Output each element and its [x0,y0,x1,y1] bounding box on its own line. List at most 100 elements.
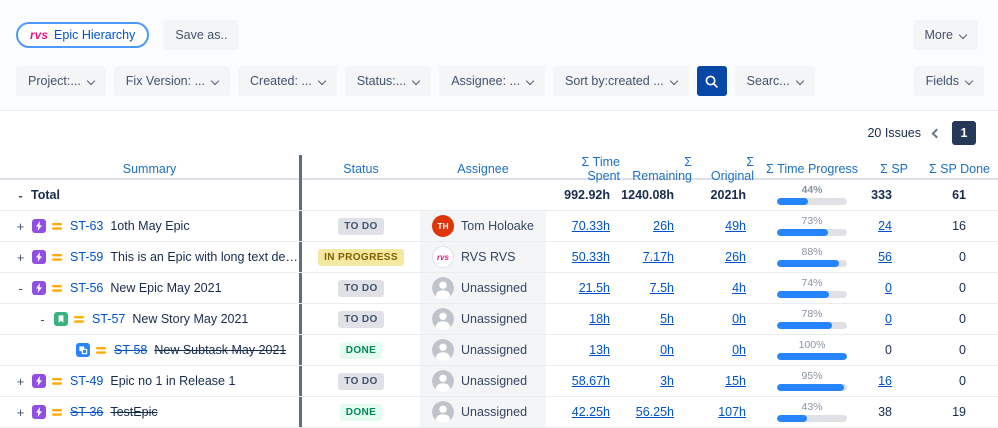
issues-table: Summary Status Assignee Σ Time Spent Σ R… [0,155,998,428]
issue-key-link[interactable]: ST-36 [70,405,103,419]
total-row: - Total 992.92h 1240.08h 2021h 44% 333 61 [0,180,998,211]
column-header-time-progress[interactable]: Σ Time Progress [762,162,862,176]
column-header-time-spent[interactable]: Σ Time Spent [546,155,628,183]
assignee-name: Unassigned [461,405,528,419]
save-as-button[interactable]: Save as.. [163,20,240,50]
sp-link[interactable]: 16 [878,374,892,388]
time-spent-link[interactable]: 21.5h [579,281,610,295]
time-spent-link[interactable]: 70.33h [572,219,610,233]
time-spent-link[interactable]: 50.33h [572,250,610,264]
filter-fix-version[interactable]: Fix Version: ... [113,66,230,96]
assignee-cell[interactable]: Unassigned [420,397,546,427]
issue-key-link[interactable]: ST-57 [92,312,125,326]
chevron-left-icon[interactable] [931,128,942,138]
row-expander[interactable]: + [14,250,27,265]
total-expander[interactable]: - [14,188,27,203]
original-link[interactable]: 4h [732,281,746,295]
original-link[interactable]: 0h [732,312,746,326]
remaining-link[interactable]: 7.17h [643,250,674,264]
issue-key-link[interactable]: ST-59 [70,250,103,264]
sp-link[interactable]: 0 [885,281,892,295]
story-icon [54,312,68,326]
status-badge[interactable]: DONE [339,341,383,359]
issues-count: 20 Issues [867,126,921,140]
row-expander[interactable]: + [14,374,27,389]
original-link[interactable]: 0h [732,343,746,357]
remaining-link[interactable]: 3h [660,374,674,388]
remaining-link[interactable]: 56.25h [636,405,674,419]
status-badge[interactable]: TO DO [338,217,384,235]
filter-created[interactable]: Created: ... [238,66,337,96]
more-button[interactable]: More [912,20,978,50]
progress-percent: 88% [801,246,823,259]
progress-bar [777,352,847,360]
time-spent-link[interactable]: 58.67h [572,374,610,388]
sp-link[interactable]: 56 [878,250,892,264]
issue-key-link[interactable]: ST-63 [70,219,103,233]
status-badge[interactable]: IN PROGRESS [318,248,404,266]
original-link[interactable]: 49h [725,219,746,233]
original-link[interactable]: 15h [725,374,746,388]
remaining-link[interactable]: 26h [653,219,674,233]
rvs-logo-icon: rvs [30,28,49,42]
row-expander[interactable]: - [36,312,49,327]
issue-key-link[interactable]: ST-49 [70,374,103,388]
remaining-cell: 3h [628,366,700,396]
status-badge[interactable]: TO DO [338,279,384,297]
time-spent-link[interactable]: 13h [589,343,610,357]
time-spent-link[interactable]: 42.25h [572,405,610,419]
total-assignee-cell [420,180,546,210]
original-cell: 4h [700,273,762,303]
status-badge[interactable]: DONE [339,403,383,421]
fields-button[interactable]: Fields [913,66,984,96]
filter-search-text[interactable]: Searc... [734,66,815,96]
avatar: TH [432,215,454,237]
filter-project[interactable]: Project:... [16,66,106,96]
progress-bar [777,414,847,422]
assignee-cell[interactable]: Unassigned [420,335,546,365]
remaining-link[interactable]: 7.5h [650,281,674,295]
status-cell: TO DO [302,211,420,241]
time-spent-cell: 42.25h [546,397,628,427]
remaining-link[interactable]: 5h [660,312,674,326]
column-header-assignee[interactable]: Assignee [420,162,546,176]
time-spent-link[interactable]: 18h [589,312,610,326]
assignee-cell[interactable]: Unassigned [420,304,546,334]
assignee-cell[interactable]: TH Tom Holoake [420,211,546,241]
status-badge[interactable]: TO DO [338,372,384,390]
status-badge[interactable]: TO DO [338,310,384,328]
original-link[interactable]: 26h [725,250,746,264]
original-link[interactable]: 107h [718,405,746,419]
assignee-cell[interactable]: Unassigned [420,273,546,303]
search-button[interactable] [696,66,727,96]
filter-assignee[interactable]: Assignee: ... [439,66,545,96]
sp-link[interactable]: 0 [885,312,892,326]
progress-percent: 74% [801,277,823,290]
sp-done-value: 0 [959,312,966,326]
remaining-link[interactable]: 0h [660,343,674,357]
column-header-status[interactable]: Status [302,162,420,176]
sp-link[interactable]: 24 [878,219,892,233]
row-expander[interactable]: + [14,405,27,420]
time-progress: 43% [777,402,847,422]
column-header-summary[interactable]: Summary [0,155,302,183]
assignee-name: Unassigned [461,312,528,326]
column-header-sp-done[interactable]: Σ SP Done [916,162,998,176]
assignee-cell[interactable]: Unassigned [420,366,546,396]
issue-key-link[interactable]: ST-58 [114,343,147,357]
filter-sort-by[interactable]: Sort by:created ... [552,66,689,96]
column-header-original[interactable]: Σ Original [700,155,762,183]
original-cell: 0h [700,335,762,365]
progress-cell: 100% [762,335,862,365]
page-1-button[interactable]: 1 [952,121,976,145]
column-header-sp[interactable]: Σ SP [862,162,916,176]
sp-done-cell: 0 [916,335,998,365]
issue-key-link[interactable]: ST-56 [70,281,103,295]
epic-hierarchy-button[interactable]: rvs Epic Hierarchy [16,22,150,48]
sp-cell: 16 [862,366,916,396]
column-header-remaining[interactable]: Σ Remaining [628,155,700,183]
filter-status[interactable]: Status:... [344,66,432,96]
assignee-cell[interactable]: rvs RVS RVS [420,242,546,272]
row-expander[interactable]: + [14,219,27,234]
row-expander[interactable]: - [14,281,27,296]
